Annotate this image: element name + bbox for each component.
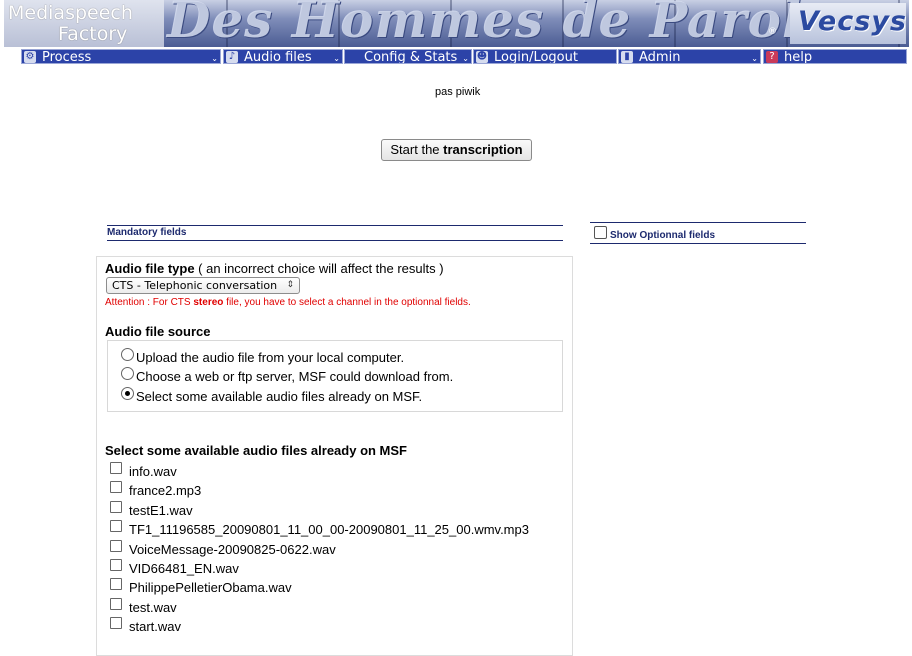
menu-audio-files-label: Audio files [244, 50, 312, 64]
app-name-line1: Mediaspeech [8, 2, 133, 24]
show-optional-checkbox[interactable] [594, 226, 607, 239]
menu-process-label: Process [42, 50, 92, 64]
menu-audio-files[interactable]: ♪ Audio files ⌄ [223, 49, 343, 64]
piwik-text: pas piwik [435, 86, 481, 98]
gear-icon: ⚙ [24, 51, 36, 63]
file-name: info.wav [129, 464, 177, 479]
start-button-prefix: Start the [390, 142, 444, 157]
dropdown-arrow-icon: ⌄ [211, 54, 218, 63]
attention-prefix: Attention : For CTS [105, 297, 194, 308]
company-logo: Vecsys [790, 3, 906, 44]
file-checkbox[interactable] [110, 481, 122, 493]
file-name: VID66481_EN.wav [129, 561, 239, 576]
file-checkbox[interactable] [110, 578, 122, 590]
file-checkbox[interactable] [110, 462, 122, 474]
file-list-label: Select some available audio files alread… [105, 443, 408, 458]
menu-help-label: help [784, 50, 813, 64]
registered-mark: ® [768, 27, 777, 37]
menu-admin-label: Admin [639, 50, 681, 64]
mandatory-fields-header: Mandatory fields [107, 225, 563, 241]
show-optional-label[interactable]: Show Optionnal fields [610, 230, 715, 241]
start-transcription-button[interactable]: Start the transcription [381, 139, 532, 161]
radio-button[interactable] [121, 367, 134, 380]
audio-source-label: Audio file source [105, 324, 211, 339]
menu-config-stats-label: Config & Stats [364, 50, 458, 64]
app-name-line2: Factory [58, 23, 128, 45]
attention-note: Attention : For CTS stereo file, you hav… [105, 297, 471, 308]
file-checkbox[interactable] [110, 617, 122, 629]
banner-title: Des Hommes de Parole [167, 0, 835, 47]
menu-process[interactable]: ⚙ Process ⌄ [21, 49, 221, 64]
file-checkbox[interactable] [110, 501, 122, 513]
dropdown-arrow-icon: ⌄ [751, 54, 758, 63]
company-logo-text: Vecsys [798, 6, 907, 37]
attention-bold: stereo [193, 297, 224, 308]
menu-config-stats[interactable]: Config & Stats ⌄ [344, 49, 472, 64]
file-checkbox[interactable] [110, 520, 122, 532]
file-name: test.wav [129, 600, 177, 615]
radio-button[interactable] [121, 348, 134, 361]
file-checkbox[interactable] [110, 540, 122, 552]
file-name: TF1_11196585_20090801_11_00_00-20090801_… [129, 522, 529, 537]
header-banner: Mediaspeech Factory Des Hommes de Parole… [4, 0, 909, 47]
menu-admin[interactable]: ▮ Admin ⌄ [618, 49, 761, 64]
admin-icon: ▮ [621, 51, 633, 63]
start-button-bold: transcription [443, 142, 523, 157]
file-name: france2.mp3 [129, 483, 202, 498]
file-checkbox[interactable] [110, 598, 122, 610]
music-note-icon: ♪ [226, 51, 238, 63]
audio-source-option-label: Upload the audio file from your local co… [136, 350, 405, 365]
audio-type-note: ( an incorrect choice will affect the re… [194, 261, 444, 276]
menu-help[interactable]: ? help [763, 49, 907, 64]
dropdown-arrow-icon: ⌄ [462, 54, 469, 63]
attention-suffix: file, you have to select a channel in th… [223, 297, 471, 308]
radio-button[interactable] [121, 387, 134, 400]
audio-type-selected: CTS - Telephonic conversation [112, 279, 278, 292]
audio-type-select[interactable]: CTS - Telephonic conversation ⇕ [106, 277, 300, 294]
audio-source-option-label: Choose a web or ftp server, MSF could do… [136, 369, 454, 384]
file-name: start.wav [129, 619, 182, 634]
audio-source-option-label: Select some available audio files alread… [136, 389, 423, 404]
optional-fields-header: Show Optionnal fields [590, 222, 806, 244]
help-icon: ? [766, 51, 778, 63]
dropdown-arrow-icon: ⌄ [333, 54, 340, 63]
menu-login-logout-label: Login/Logout [494, 50, 578, 64]
file-name: testE1.wav [129, 503, 193, 518]
select-arrows-icon: ⇕ [286, 280, 294, 290]
app-logo-box: Mediaspeech Factory [4, 0, 164, 47]
menu-login-logout[interactable]: ☻ Login/Logout [473, 49, 617, 64]
audio-type-label: Audio file type ( an incorrect choice wi… [105, 261, 444, 276]
file-name: PhilippePelletierObama.wav [129, 580, 292, 595]
file-checkbox[interactable] [110, 559, 122, 571]
file-name: VoiceMessage-20090825-0622.wav [129, 542, 336, 557]
users-icon: ☻ [476, 51, 488, 63]
audio-type-label-text: Audio file type [105, 261, 195, 276]
